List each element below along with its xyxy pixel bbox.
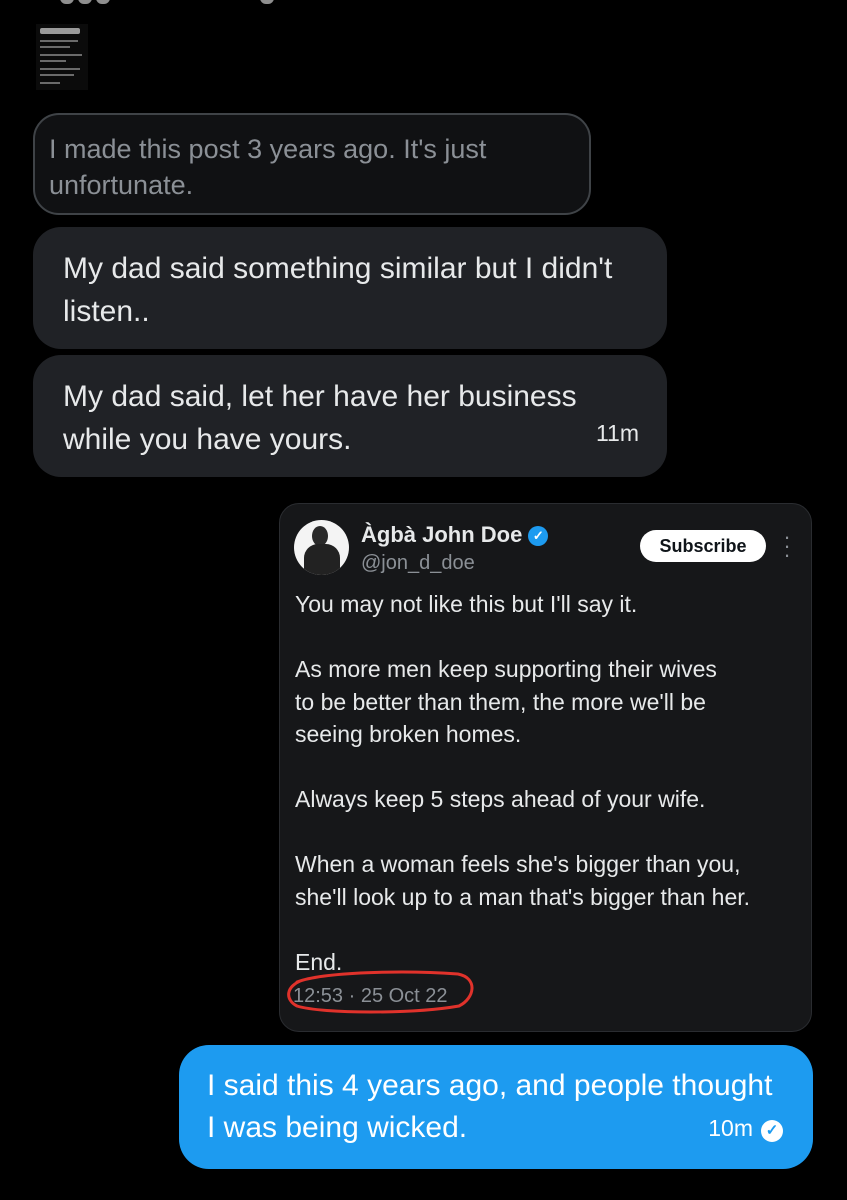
sent-check-icon: ✓ (761, 1120, 783, 1142)
avatar-head (312, 526, 328, 546)
subscribe-button[interactable]: Subscribe (640, 530, 766, 562)
text-fragment (96, 0, 110, 4)
post-paragraph: As more men keep supporting their wives … (295, 656, 717, 747)
author-name: Àgbà John Doe (361, 522, 523, 547)
message-timestamp: 10m (708, 1115, 753, 1141)
text-fragment (60, 0, 74, 4)
thumbnail-line (40, 82, 60, 84)
author-name-row[interactable]: Àgbà John Doe ✓ (361, 522, 549, 548)
text-fragment (78, 0, 92, 4)
previous-message-partial (0, 0, 847, 12)
shared-post-card[interactable]: Àgbà John Doe ✓ @jon_d_doe Subscribe · · · … (279, 503, 812, 1032)
post-body: You may not like this but I'll say it. A… (295, 588, 805, 978)
incoming-message[interactable]: My dad said something similar but I didn… (33, 227, 667, 349)
text-fragment (260, 0, 274, 4)
post-screenshot-thumbnail[interactable] (36, 24, 88, 90)
verified-badge-icon: ✓ (528, 526, 549, 546)
thumbnail-line (40, 40, 78, 42)
message-timestamp: 11m (595, 420, 639, 446)
thumbnail-line (40, 60, 66, 62)
message-meta: 10m ✓ (708, 1107, 783, 1149)
incoming-message[interactable]: My dad said, let her have her business w… (33, 355, 667, 477)
post-paragraph: End. (295, 948, 343, 975)
message-text: I said this 4 years ago, and people thou… (207, 1069, 773, 1144)
thumbnail-header (40, 28, 80, 34)
thumbnail-line (40, 54, 82, 56)
post-paragraph: Always keep 5 steps ahead of your wife. (295, 786, 706, 812)
more-vertical-icon[interactable]: · · · (782, 526, 792, 566)
thumbnail-line (40, 46, 70, 48)
thumbnail-line (40, 74, 74, 76)
avatar[interactable] (294, 520, 349, 575)
message-text: My dad said, let her have her business w… (63, 380, 577, 456)
post-timestamp[interactable]: 12:53 · 25 Oct 22 (293, 985, 448, 1008)
avatar-body (304, 544, 340, 575)
post-paragraph: You may not like this but I'll say it. (295, 591, 638, 617)
post-paragraph: When a woman feels she's bigger than you… (295, 851, 751, 910)
author-handle[interactable]: @jon_d_doe (361, 552, 475, 575)
thumbnail-line (40, 68, 80, 70)
quoted-reply-bubble[interactable]: I made this post 3 years ago. It's just … (33, 113, 591, 215)
quoted-reply-text: I made this post 3 years ago. It's just … (49, 134, 487, 200)
outgoing-message[interactable]: I said this 4 years ago, and people thou… (179, 1045, 813, 1169)
message-text: My dad said something similar but I didn… (63, 252, 613, 328)
